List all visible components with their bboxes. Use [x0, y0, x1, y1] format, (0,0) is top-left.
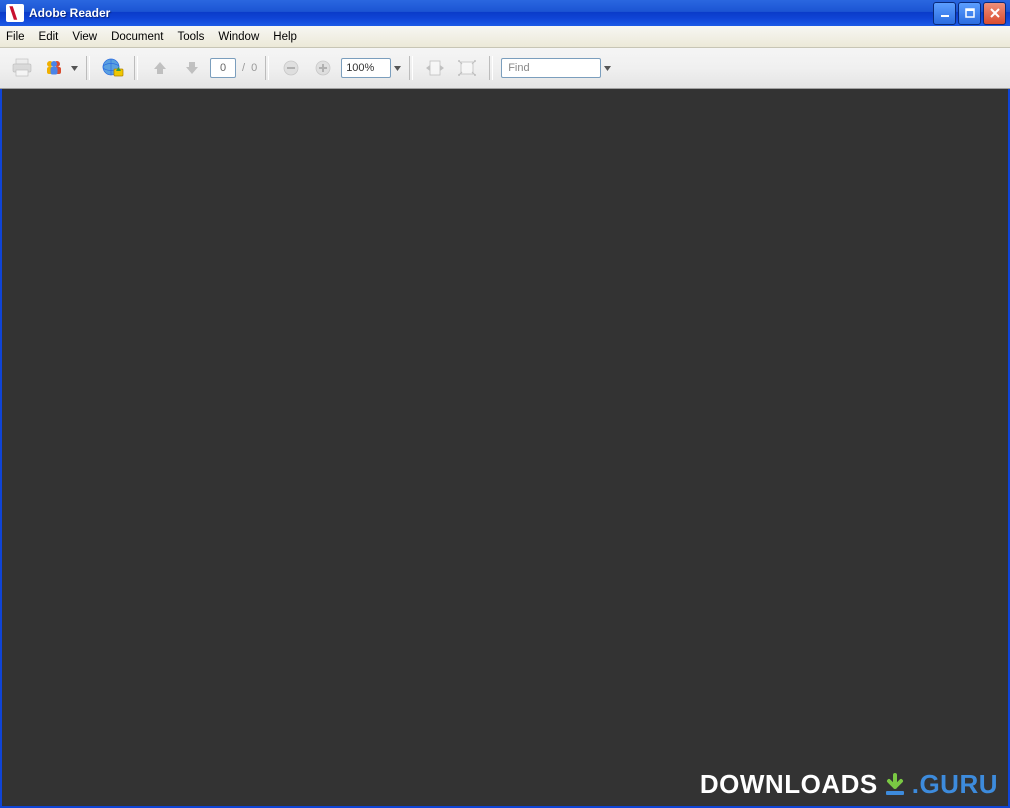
fit-width-icon — [425, 59, 445, 77]
page-total: 0 — [251, 62, 257, 74]
minimize-button[interactable] — [933, 2, 956, 25]
menu-view[interactable]: View — [72, 31, 97, 43]
menu-tools[interactable]: Tools — [178, 31, 205, 43]
adobe-reader-icon — [6, 4, 24, 22]
menu-document[interactable]: Document — [111, 31, 163, 43]
next-page-button[interactable] — [178, 54, 206, 82]
fit-page-icon — [457, 59, 477, 77]
download-arrow-icon — [880, 771, 910, 799]
toolbar: 0 / 0 100% — [0, 48, 1010, 89]
zoom-input[interactable]: 100% — [341, 58, 391, 78]
collaborate-dropdown[interactable] — [70, 54, 78, 82]
page-number-input[interactable]: 0 — [210, 58, 236, 78]
separator — [265, 56, 269, 80]
menu-window[interactable]: Window — [218, 31, 259, 43]
find-textbox[interactable] — [506, 61, 600, 75]
printer-icon — [11, 58, 33, 78]
maximize-button[interactable] — [958, 2, 981, 25]
collaborate-icon — [43, 58, 65, 78]
plus-circle-icon — [314, 59, 332, 77]
separator — [409, 56, 413, 80]
fit-width-button[interactable] — [421, 54, 449, 82]
collaborate-button[interactable] — [40, 54, 68, 82]
zoom-out-button[interactable] — [277, 54, 305, 82]
menubar: File Edit View Document Tools Window Hel… — [0, 26, 1010, 48]
separator — [489, 56, 493, 80]
find-input[interactable] — [501, 58, 601, 78]
prev-page-button[interactable] — [146, 54, 174, 82]
page-separator: / — [240, 62, 247, 74]
arrow-up-icon — [151, 59, 169, 77]
watermark-text-left: DOWNLOADS — [700, 769, 878, 800]
window-controls — [933, 2, 1006, 25]
watermark-text-right: .GURU — [912, 769, 998, 800]
menu-file[interactable]: File — [6, 31, 25, 43]
minus-circle-icon — [282, 59, 300, 77]
watermark: DOWNLOADS .GURU — [700, 769, 998, 800]
print-button[interactable] — [8, 54, 36, 82]
titlebar: Adobe Reader — [0, 0, 1010, 26]
separator — [134, 56, 138, 80]
globe-upload-icon — [100, 57, 124, 79]
separator — [86, 56, 90, 80]
app-window: Adobe Reader File Edit View Document Too… — [0, 0, 1010, 808]
find-dropdown[interactable] — [603, 54, 611, 82]
menu-help[interactable]: Help — [273, 31, 297, 43]
menu-edit[interactable]: Edit — [39, 31, 59, 43]
window-title: Adobe Reader — [29, 6, 110, 20]
upload-button[interactable] — [98, 54, 126, 82]
zoom-in-button[interactable] — [309, 54, 337, 82]
close-button[interactable] — [983, 2, 1006, 25]
fit-page-button[interactable] — [453, 54, 481, 82]
zoom-dropdown[interactable] — [393, 54, 401, 82]
arrow-down-icon — [183, 59, 201, 77]
document-area — [0, 89, 1010, 808]
